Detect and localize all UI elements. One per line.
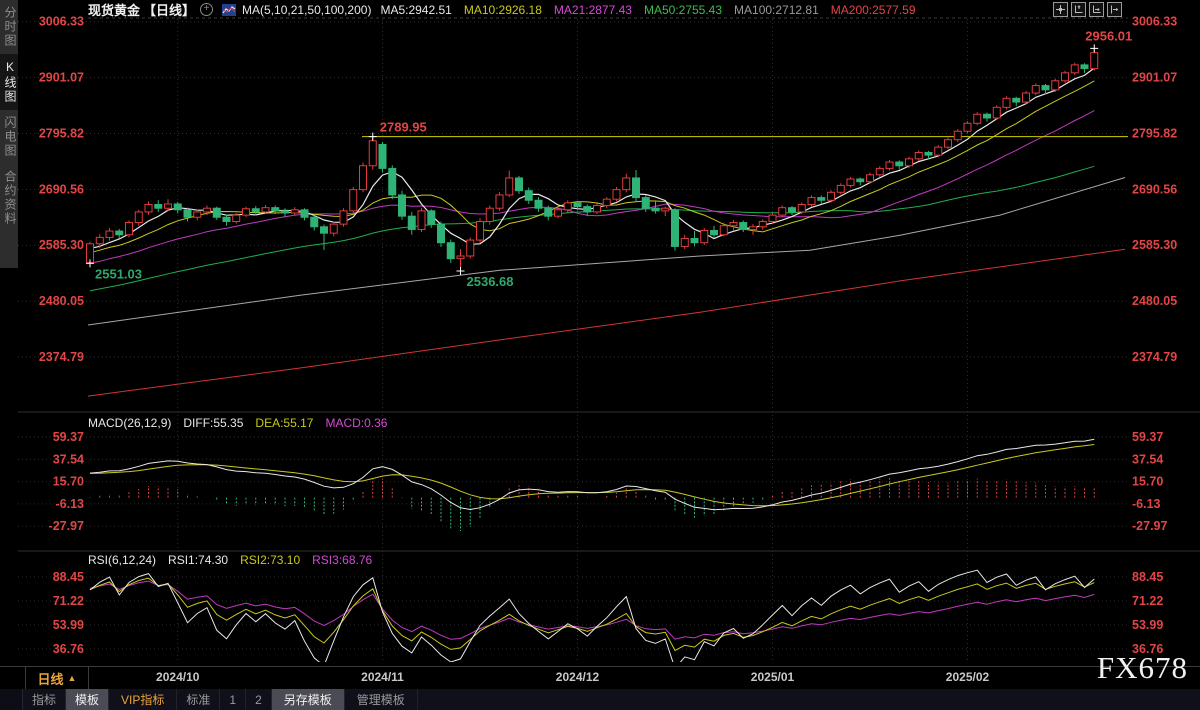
ma-value-2: MA21:2877.43	[554, 3, 632, 17]
price-annotation: 2551.03	[95, 266, 142, 281]
expand-icon[interactable]: +	[200, 3, 213, 16]
fx678-watermark: FX678	[1097, 650, 1188, 686]
toolbar-item-1[interactable]: 模板	[66, 689, 109, 710]
bottom-toolbar: 指标模板VIP指标标准12另存模板管理模板	[0, 689, 1200, 710]
toolbar-item-3[interactable]: 标准	[177, 689, 220, 710]
ma-value-1: MA10:2926.18	[464, 3, 542, 17]
indicator-settings-icon[interactable]	[222, 4, 236, 16]
rsi1-value: RSI1:74.30	[168, 553, 228, 567]
corner-box[interactable]	[0, 689, 23, 710]
price-annotation: 2536.68	[467, 274, 514, 289]
price-tick-label: 15.70	[1132, 475, 1163, 489]
scale-right-icon[interactable]	[1089, 2, 1104, 17]
rsi-header: RSI(6,12,24) RSI1:74.30 RSI2:73.10 RSI3:…	[88, 553, 372, 567]
ma-value-0: MA5:2942.51	[380, 3, 451, 17]
price-tick-label: -27.97	[1132, 519, 1167, 533]
ma-config-label: MA(5,10,21,50,100,200)	[242, 3, 371, 17]
ma-values: MA5:2942.51 MA10:2926.18 MA21:2877.43 MA50:…	[380, 3, 915, 17]
toolbar-item-5[interactable]: 2	[246, 689, 272, 710]
up-triangle-icon: ▲	[68, 673, 77, 683]
rsi2-value: RSI2:73.10	[240, 553, 300, 567]
period-tag: 【日线】	[143, 0, 195, 19]
period-selector[interactable]: 日线 ▲	[25, 667, 89, 689]
price-tick-label: 71.22	[1132, 594, 1163, 608]
price-tick-label: 2795.82	[1132, 126, 1177, 140]
sidebar-item-1[interactable]: K线图	[0, 54, 18, 110]
toolbar-item-2[interactable]: VIP指标	[109, 689, 177, 710]
instrument-title: 现货黄金	[88, 0, 140, 19]
macd-dea-value: DEA:55.17	[255, 416, 313, 430]
chart-tool-icons	[1053, 2, 1122, 17]
left-sidebar: 分时图K线图闪电图合约资料	[0, 0, 18, 268]
time-axis-row: 日线 ▲ 2024/10 2024/11 2024/12 2025/01 2025/02	[0, 666, 1200, 690]
price-tick-label: 3006.33	[1132, 15, 1177, 29]
date-label: 2025/01	[743, 670, 803, 684]
rsi3-value: RSI3:68.76	[312, 553, 372, 567]
price-tick-label: 2480.05	[1132, 294, 1177, 308]
chart-canvas[interactable]: 3006.333006.332901.072901.072795.822795.…	[0, 0, 1200, 710]
sidebar-item-2[interactable]: 闪电图	[0, 110, 18, 164]
date-label: 2024/12	[548, 670, 608, 684]
date-label: 2024/11	[353, 670, 413, 684]
ma-value-5: MA200:2577.59	[831, 3, 916, 17]
toolbar-item-6[interactable]: 另存模板	[272, 689, 345, 710]
chart-header: 现货黄金 【日线】 + MA(5,10,21,50,100,200) MA5:2…	[88, 2, 916, 17]
price-tick-label: 37.54	[1132, 452, 1163, 466]
scale-up-icon[interactable]	[1071, 2, 1086, 17]
ma-value-4: MA100:2712.81	[734, 3, 819, 17]
price-tick-label: 59.37	[1132, 430, 1163, 444]
date-label: 2024/10	[148, 670, 208, 684]
sidebar-item-3[interactable]: 合约资料	[0, 164, 18, 232]
price-annotation: 2789.95	[380, 120, 427, 135]
toolbar-item-7[interactable]: 管理模板	[345, 689, 418, 710]
price-annotation: 2956.01	[1085, 28, 1132, 43]
price-tick-label: 2690.56	[1132, 182, 1177, 196]
price-tick-label: 2901.07	[1132, 71, 1177, 85]
chart-application: 分时图K线图闪电图合约资料 现货黄金 【日线】 + MA(5,10,21,50,…	[0, 0, 1200, 710]
price-tick-label: 88.45	[1132, 570, 1163, 584]
insert-pane-icon[interactable]	[1107, 2, 1122, 17]
macd-params: MACD(26,12,9)	[88, 416, 171, 430]
price-tick-label: 2374.79	[1132, 350, 1177, 364]
price-tick-label: -6.13	[1132, 497, 1161, 511]
ma-value-3: MA50:2755.43	[644, 3, 722, 17]
date-label: 2025/02	[938, 670, 998, 684]
price-tick-label: 2585.30	[1132, 238, 1177, 252]
macd-value: MACD:0.36	[325, 416, 387, 430]
period-label: 日线	[38, 669, 64, 688]
rsi-params: RSI(6,12,24)	[88, 553, 156, 567]
macd-diff-value: DIFF:55.35	[183, 416, 243, 430]
sidebar-item-0[interactable]: 分时图	[0, 0, 18, 54]
crosshair-pan-icon[interactable]	[1053, 2, 1068, 17]
price-tick-label: 53.99	[1132, 618, 1163, 632]
toolbar-item-0[interactable]: 指标	[23, 689, 66, 710]
toolbar-item-4[interactable]: 1	[220, 689, 246, 710]
macd-header: MACD(26,12,9) DIFF:55.35 DEA:55.17 MACD:…	[88, 416, 387, 430]
